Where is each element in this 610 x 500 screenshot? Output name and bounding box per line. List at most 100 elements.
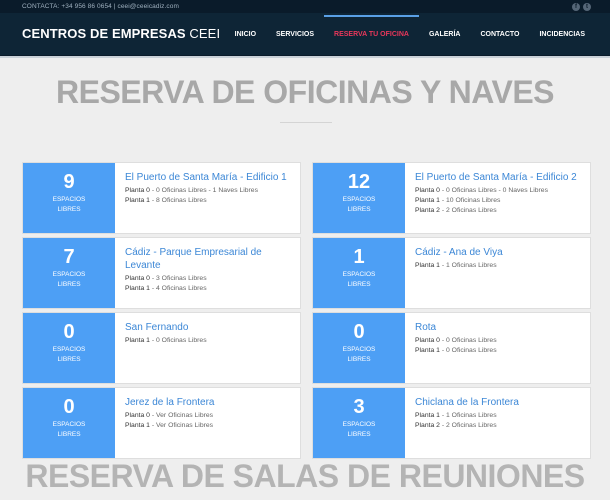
floor-name: Planta 1: [415, 347, 440, 354]
office-title-link[interactable]: El Puerto de Santa María - Edificio 1: [125, 171, 292, 184]
free-spaces-label: ESPACIOS: [342, 196, 376, 203]
floor-name: Planta 1: [125, 197, 150, 204]
office-card: 9 ESPACIOS LIBRES El Puerto de Santa María …: [22, 162, 301, 234]
floor-availability: - 1 Oficinas Libres: [439, 262, 497, 269]
free-spaces-label: ESPACIOS: [52, 271, 86, 278]
office-info: El Puerto de Santa María - Edificio 1 Pla…: [125, 171, 292, 206]
floor-availability: - 0 Oficinas Libres - 0 Naves Libres: [439, 187, 548, 194]
floor-row: Planta 1 - Ver Oficinas Libres: [125, 421, 292, 431]
floor-list: Planta 1 - 1 Oficinas Libres: [415, 261, 582, 271]
floor-list: Planta 0 - 0 Oficinas Libres Planta 1 - 0…: [415, 336, 582, 356]
office-card: 0 ESPACIOS LIBRES San Fernando Planta 1 - 0 …: [22, 312, 301, 384]
free-spaces-label: ESPACIOS: [342, 421, 376, 428]
free-spaces-badge: 0 ESPACIOS LIBRES: [23, 388, 115, 458]
nav-item-contacto[interactable]: CONTACTO: [470, 13, 529, 56]
floor-availability: - 3 Oficinas Libres: [149, 275, 207, 282]
brand-name: CENTROS DE EMPRESAS: [22, 26, 186, 41]
floor-list: Planta 0 - 0 Oficinas Libres - 0 Naves L…: [415, 186, 582, 216]
floor-row: Planta 1 - 8 Oficinas Libres: [125, 196, 292, 206]
nav-item-inicio[interactable]: INICIO: [225, 13, 266, 56]
floor-row: Planta 1 - 0 Oficinas Libres: [125, 336, 292, 346]
nav-item-galer-a[interactable]: GALERÍA: [419, 13, 471, 56]
title-divider: [280, 122, 332, 123]
office-info: Rota Planta 0 - 0 Oficinas Libres Planta 1…: [415, 321, 582, 356]
floor-list: Planta 0 - Ver Oficinas Libres Planta 1 -…: [125, 411, 292, 431]
floor-row: Planta 1 - 0 Oficinas Libres: [415, 346, 582, 356]
floor-name: Planta 0: [125, 187, 150, 194]
free-spaces-label: LIBRES: [57, 356, 81, 363]
floor-row: Planta 0 - 0 Oficinas Libres - 1 Naves L…: [125, 186, 292, 196]
main-navbar: CENTROS DE EMPRESAS CEEI INICIO SERVICIOS…: [0, 13, 610, 56]
floor-list: Planta 1 - 0 Oficinas Libres: [125, 336, 292, 346]
floor-list: Planta 0 - 0 Oficinas Libres - 1 Naves L…: [125, 186, 292, 206]
free-spaces-label: ESPACIOS: [52, 421, 86, 428]
free-spaces-count: 12: [347, 171, 371, 193]
free-spaces-badge: 7 ESPACIOS LIBRES: [23, 238, 115, 308]
office-card: 12 ESPACIOS LIBRES El Puerto de Santa María…: [312, 162, 591, 234]
free-spaces-badge: 0 ESPACIOS LIBRES: [313, 313, 405, 383]
nav-menu: INICIO SERVICIOS RESERVA TU OFICINA GALERÍA…: [225, 13, 595, 56]
floor-availability: - 0 Oficinas Libres - 1 Naves Libres: [149, 187, 258, 194]
floor-list: Planta 0 - 3 Oficinas Libres Planta 1 - 4…: [125, 274, 292, 294]
free-spaces-count: 0: [63, 396, 75, 418]
floor-availability: - 1 Oficinas Libres: [439, 412, 497, 419]
page-title: RESERVA DE OFICINAS Y NAVES: [55, 74, 555, 110]
office-info: Chiclana de la Frontera Planta 1 - 1 Ofic…: [415, 396, 582, 431]
floor-name: Planta 1: [125, 285, 150, 292]
office-info: Cádiz - Parque Empresarial de Levante Pla…: [125, 246, 292, 294]
floor-availability: - 0 Oficinas Libres: [439, 347, 497, 354]
free-spaces-badge: 3 ESPACIOS LIBRES: [313, 388, 405, 458]
free-spaces-label: ESPACIOS: [342, 346, 376, 353]
floor-name: Planta 0: [415, 187, 440, 194]
twitter-icon[interactable]: t: [583, 3, 591, 11]
nav-item-servicios[interactable]: SERVICIOS: [266, 13, 324, 56]
office-title-link[interactable]: Jerez de la Frontera: [125, 396, 292, 409]
office-title-link[interactable]: San Fernando: [125, 321, 292, 334]
floor-name: Planta 1: [125, 422, 150, 429]
office-title-link[interactable]: Cádiz - Ana de Viya: [415, 246, 582, 259]
next-section-title: RESERVA DE SALAS DE REUNIONES: [25, 458, 585, 494]
floor-list: Planta 1 - 1 Oficinas Libres Planta 2 - 2…: [415, 411, 582, 431]
nav-item-incidencias[interactable]: INCIDENCIAS: [529, 13, 595, 56]
floor-name: Planta 0: [125, 412, 150, 419]
floor-name: Planta 2: [415, 422, 440, 429]
floor-row: Planta 0 - Ver Oficinas Libres: [125, 411, 292, 421]
free-spaces-count: 9: [63, 171, 75, 193]
floor-availability: - 10 Oficinas Libres: [439, 197, 501, 204]
floor-availability: - 2 Oficinas Libres: [439, 207, 497, 214]
nav-item-reserva-tu-oficina[interactable]: RESERVA TU OFICINA: [324, 13, 419, 56]
office-title-link[interactable]: Rota: [415, 321, 582, 334]
free-spaces-label: LIBRES: [57, 206, 81, 213]
floor-row: Planta 0 - 0 Oficinas Libres: [415, 336, 582, 346]
floor-name: Planta 1: [415, 412, 440, 419]
office-card: 7 ESPACIOS LIBRES Cádiz - Parque Empresaria…: [22, 237, 301, 309]
site-logo[interactable]: CENTROS DE EMPRESAS CEEI: [22, 26, 220, 41]
office-info: San Fernando Planta 1 - 0 Oficinas Libres: [125, 321, 292, 346]
office-info: Jerez de la Frontera Planta 0 - Ver Ofici…: [125, 396, 292, 431]
free-spaces-badge: 9 ESPACIOS LIBRES: [23, 163, 115, 233]
facebook-icon[interactable]: f: [572, 3, 580, 11]
floor-name: Planta 1: [125, 337, 150, 344]
office-card: 0 ESPACIOS LIBRES Rota Planta 0 - 0 Oficinas…: [312, 312, 591, 384]
floor-availability: - 0 Oficinas Libres: [149, 337, 207, 344]
floor-availability: - Ver Oficinas Libres: [149, 412, 214, 419]
office-title-link[interactable]: Cádiz - Parque Empresarial de Levante: [125, 246, 292, 272]
free-spaces-label: LIBRES: [347, 356, 371, 363]
office-card: 1 ESPACIOS LIBRES Cádiz - Ana de Viya Planta…: [312, 237, 591, 309]
office-title-link[interactable]: Chiclana de la Frontera: [415, 396, 582, 409]
contact-info: CONTACTA: +34 956 86 0654 | ceei@ceeicad…: [22, 3, 179, 10]
free-spaces-count: 7: [63, 246, 75, 268]
navbar-divider: [0, 56, 610, 58]
office-card: 3 ESPACIOS LIBRES Chiclana de la Frontera Pl…: [312, 387, 591, 459]
free-spaces-badge: 12 ESPACIOS LIBRES: [313, 163, 405, 233]
free-spaces-badge: 1 ESPACIOS LIBRES: [313, 238, 405, 308]
office-title-link[interactable]: El Puerto de Santa María - Edificio 2: [415, 171, 582, 184]
free-spaces-label: LIBRES: [347, 431, 371, 438]
free-spaces-label: LIBRES: [347, 206, 371, 213]
floor-row: Planta 1 - 1 Oficinas Libres: [415, 261, 582, 271]
office-card: 0 ESPACIOS LIBRES Jerez de la Frontera Plant…: [22, 387, 301, 459]
free-spaces-count: 1: [353, 246, 365, 268]
floor-row: Planta 2 - 2 Oficinas Libres: [415, 421, 582, 431]
floor-row: Planta 1 - 1 Oficinas Libres: [415, 411, 582, 421]
free-spaces-count: 0: [63, 321, 75, 343]
